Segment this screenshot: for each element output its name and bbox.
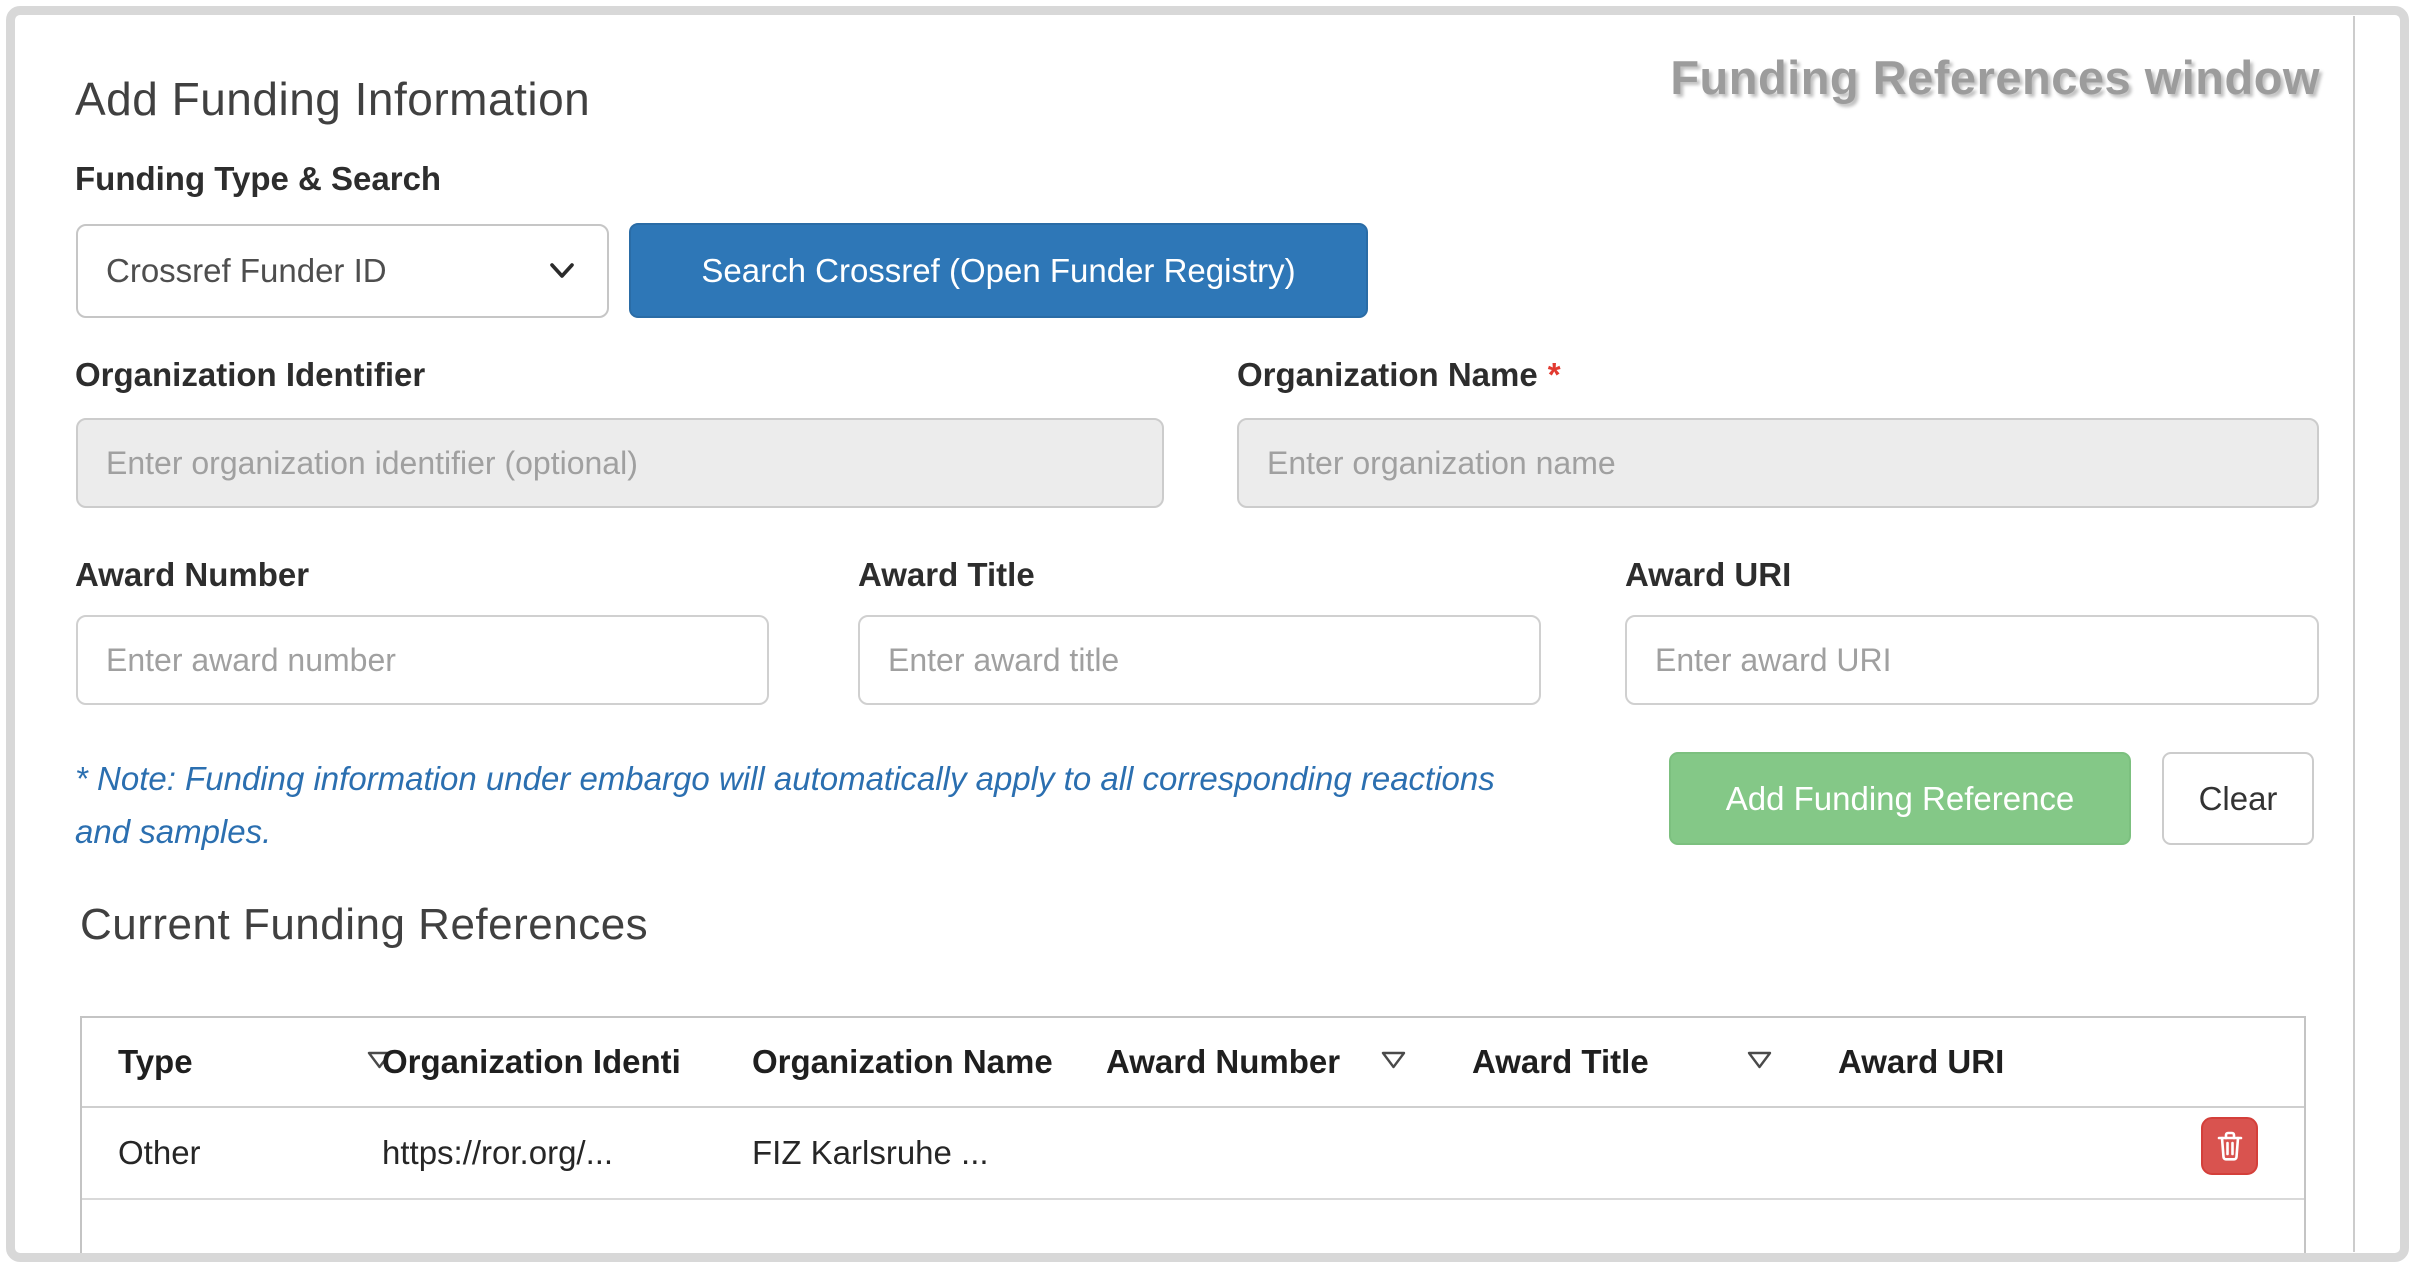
embargo-note: * Note: Funding information under embarg… [75,752,1555,859]
org-name-label: Organization Name* [1237,356,1561,394]
column-header-org-identifier[interactable]: Organization Identi [382,1018,742,1106]
funding-references-window: Add Funding Information Funding Referenc… [0,0,2415,1268]
award-title-label: Award Title [858,556,1035,594]
column-header-award-title[interactable]: Award Title [1472,1018,1692,1106]
org-identifier-input [76,418,1164,508]
funding-references-table: Type Organization Identi Organization Na… [80,1016,2306,1261]
table-header-row: Type Organization Identi Organization Na… [82,1018,2304,1108]
column-header-award-uri[interactable]: Award URI [1838,1018,2138,1106]
search-crossref-button[interactable]: Search Crossref (Open Funder Registry) [629,223,1368,318]
chevron-down-icon [545,258,579,284]
column-header-org-name[interactable]: Organization Name [752,1018,1104,1106]
org-name-input [1237,418,2319,508]
award-number-input[interactable] [76,615,769,705]
award-number-label: Award Number [75,556,309,594]
filter-icon-award-title[interactable] [1746,1050,1773,1079]
table-row: Other https://ror.org/... FIZ Karlsruhe … [82,1108,2304,1200]
table-row-empty [82,1200,2304,1268]
trash-icon [2214,1129,2246,1163]
add-funding-reference-button[interactable]: Add Funding Reference [1669,752,2131,845]
award-title-input[interactable] [858,615,1541,705]
current-funding-references-title: Current Funding References [80,900,648,950]
page-title: Add Funding Information [75,72,590,126]
funding-type-selected-value: Crossref Funder ID [106,252,545,290]
clear-button[interactable]: Clear [2162,752,2314,845]
award-uri-input[interactable] [1625,615,2319,705]
org-identifier-label: Organization Identifier [75,356,425,394]
filter-icon-award-number[interactable] [1380,1050,1407,1079]
cell-type: Other [118,1108,338,1198]
delete-row-button[interactable] [2201,1117,2258,1175]
required-asterisk: * [1548,356,1561,393]
column-header-type[interactable]: Type [118,1018,288,1106]
funding-type-select[interactable]: Crossref Funder ID [76,224,609,318]
award-uri-label: Award URI [1625,556,1791,594]
column-header-award-number[interactable]: Award Number [1106,1018,1372,1106]
funding-type-label: Funding Type & Search [75,160,441,198]
cell-org-identifier: https://ror.org/... [382,1108,742,1198]
window-annotation: Funding References window [1670,50,2320,105]
cell-org-name: FIZ Karlsruhe ... [752,1108,1152,1198]
modal-right-border [2353,16,2355,1252]
